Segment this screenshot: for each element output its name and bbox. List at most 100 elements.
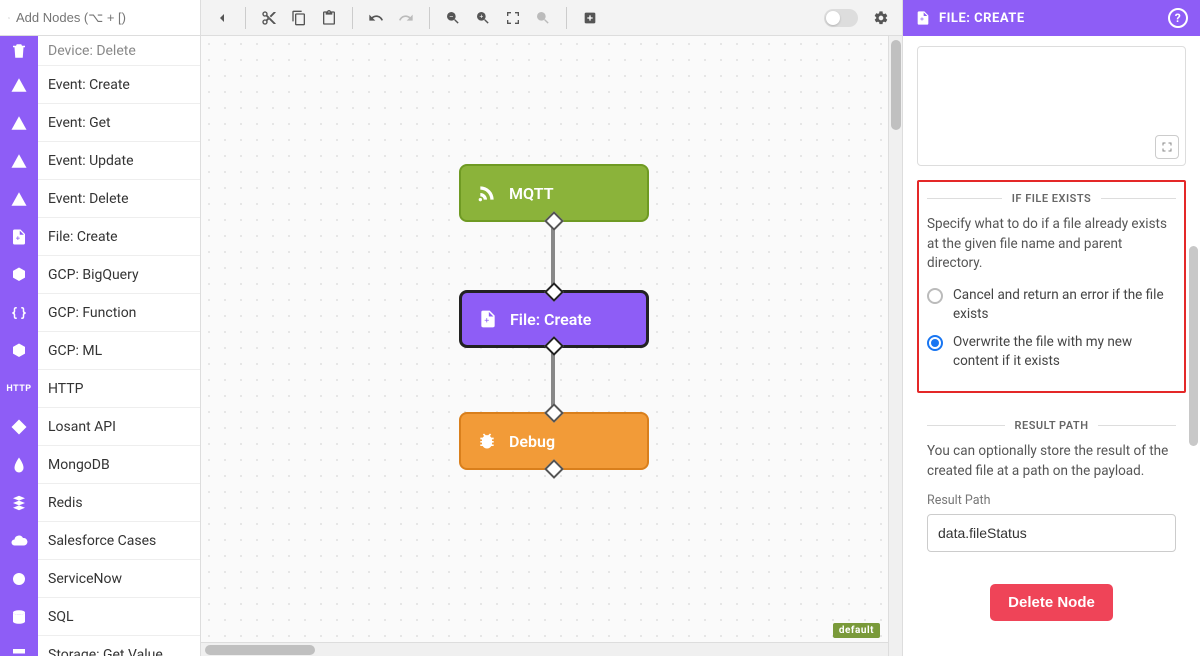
add-note-button[interactable] [577,5,603,31]
sidebar-item[interactable]: GCP: Function [0,294,200,332]
output-port[interactable] [544,211,564,231]
search-row [0,0,200,36]
flow-node-label: File: Create [510,310,591,329]
section-title: IF FILE EXISTS [1012,192,1091,205]
delete-node-button[interactable]: Delete Node [990,584,1113,621]
field-label: Result Path [927,493,1176,508]
db-icon [0,598,38,636]
help-button[interactable]: ? [1168,8,1188,28]
radio-icon [927,335,943,351]
circle-icon [0,560,38,598]
panel-body: IF FILE EXISTS Specify what to do if a f… [903,36,1200,656]
input-port[interactable] [544,282,564,302]
fit-button[interactable] [500,5,526,31]
sidebar-item-label: SQL [38,609,73,625]
bug-icon [477,431,497,451]
flow-node-file-create[interactable]: File: Create [459,290,649,348]
copy-button[interactable] [286,5,312,31]
sidebar-item[interactable]: MongoDB [0,446,200,484]
triangle-icon [0,180,38,218]
sidebar-item[interactable]: HTTPHTTP [0,370,200,408]
search-icon [8,11,10,25]
canvas-vscrollbar[interactable] [888,36,902,656]
file-plus-icon [0,218,38,256]
sidebar-item-label: Event: Update [38,153,134,169]
sidebar-item-label: Event: Get [38,115,111,131]
zoom-reset-button[interactable] [530,5,556,31]
panel-scrollbar[interactable] [1187,36,1200,656]
node-list: Device: Delete Event: Create Event: Get Eve… [0,36,200,656]
sidebar-item[interactable]: File: Create [0,218,200,256]
preview-box [917,46,1186,166]
version-badge: default [833,623,880,638]
sidebar-item-label: GCP: ML [38,343,102,359]
sidebar-item-label: File: Create [38,229,118,245]
sidebar-item[interactable]: SQL [0,598,200,636]
sidebar-item-label: ServiceNow [38,571,122,587]
sidebar-item[interactable]: GCP: BigQuery [0,256,200,294]
mqtt-icon [477,183,497,203]
toolbar [201,0,902,36]
main: MQTT File: Create Debug default [201,0,902,656]
cut-button[interactable] [256,5,282,31]
sidebar-item[interactable]: Event: Create [0,66,200,104]
redo-button[interactable] [393,5,419,31]
sidebar-item[interactable]: Event: Update [0,142,200,180]
flow-node-debug[interactable]: Debug [459,412,649,470]
sidebar-item[interactable]: Salesforce Cases [0,522,200,560]
sidebar-item-label: MongoDB [38,457,110,473]
sidebar: Device: Delete Event: Create Event: Get Eve… [0,0,201,656]
input-port[interactable] [544,403,564,423]
sidebar-item[interactable]: Storage: Get Value [0,636,200,656]
sidebar-item[interactable]: GCP: ML [0,332,200,370]
expand-button[interactable] [1155,135,1179,159]
settings-button[interactable] [868,5,894,31]
sidebar-item-label: GCP: BigQuery [38,267,139,283]
sidebar-item-label: HTTP [38,381,83,397]
undo-button[interactable] [363,5,389,31]
output-port[interactable] [544,459,564,479]
sidebar-item[interactable]: Event: Get [0,104,200,142]
search-input[interactable] [16,10,192,25]
flow-node-mqtt[interactable]: MQTT [459,164,649,222]
zoom-in-button[interactable] [470,5,496,31]
canvas-hscrollbar[interactable] [201,642,888,656]
section-result-path: RESULT PATH You can optionally store the… [917,407,1186,564]
radio-overwrite[interactable]: Overwrite the file with my new content i… [927,333,1176,371]
triangle-icon [0,66,38,104]
braces-icon [0,294,38,332]
back-button[interactable] [209,5,235,31]
canvas[interactable]: MQTT File: Create Debug default [201,36,902,656]
sidebar-item-label: Event: Create [38,77,130,93]
stack-icon [0,484,38,522]
grid-toggle[interactable] [824,9,858,27]
section-if-file-exists: IF FILE EXISTS Specify what to do if a f… [917,180,1186,393]
delete-icon [0,36,38,66]
zoom-out-button[interactable] [440,5,466,31]
triangle-icon [0,142,38,180]
cloud-icon [0,522,38,560]
sidebar-item-label: Losant API [38,419,116,435]
properties-panel: FILE: CREATE ? IF FILE EXISTS Specify wh… [902,0,1200,656]
radio-label: Overwrite the file with my new content i… [953,333,1176,371]
sidebar-item-label: Salesforce Cases [38,533,156,549]
storage-icon [0,636,38,656]
radio-icon [927,288,943,304]
file-plus-icon [478,309,498,329]
result-path-input[interactable] [927,514,1176,552]
radio-label: Cancel and return an error if the file e… [953,286,1176,324]
sidebar-item-label: Storage: Get Value [38,647,163,656]
paste-button[interactable] [316,5,342,31]
sidebar-item-label: Redis [38,495,83,511]
sidebar-item[interactable]: Event: Delete [0,180,200,218]
panel-header: FILE: CREATE ? [903,0,1200,36]
hexagon-icon [0,332,38,370]
sidebar-item[interactable]: Device: Delete [0,36,200,66]
hexagon-icon [0,256,38,294]
output-port[interactable] [544,336,564,356]
sidebar-item[interactable]: Losant API [0,408,200,446]
radio-cancel[interactable]: Cancel and return an error if the file e… [927,286,1176,324]
triangle-icon [0,104,38,142]
sidebar-item[interactable]: ServiceNow [0,560,200,598]
sidebar-item[interactable]: Redis [0,484,200,522]
